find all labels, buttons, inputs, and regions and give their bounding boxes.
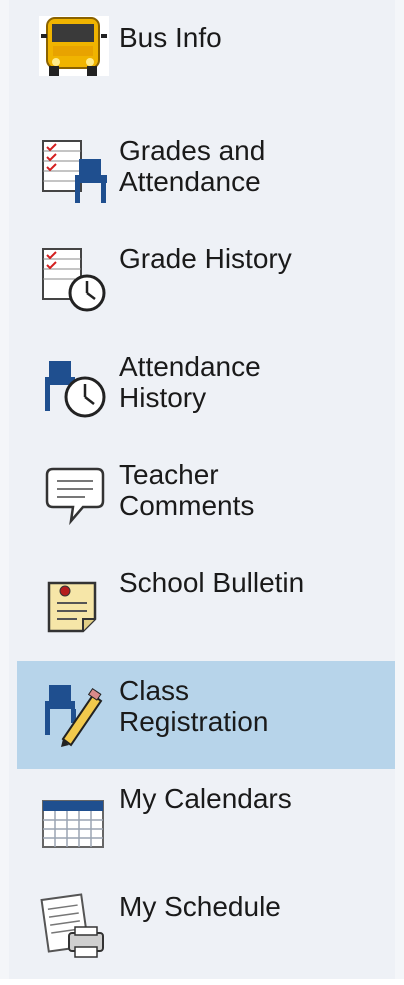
bus-icon [39,16,109,76]
schedule-printer-icon [40,893,104,958]
class-registration-icon [45,685,103,747]
grades-attendance-icon [42,140,107,203]
grade-history-icon [42,248,106,312]
comment-bubble-icon [45,467,105,526]
calendar-icon [42,800,104,848]
nav-item-label: Bus Info [119,22,222,53]
nav-item-attendance-history[interactable]: Attendance History [17,337,395,445]
bulletin-note-icon [47,581,97,633]
nav-item-bus-info[interactable]: Bus Info [17,0,395,108]
attendance-history-icon [45,361,106,418]
nav-item-label: School Bulletin [119,567,305,598]
nav-item-my-calendars[interactable]: My Calendars [17,769,395,877]
nav-item-class-registration[interactable]: Class Registration [17,661,395,769]
nav-item-label: Teacher Comments [119,459,255,521]
nav-item-label: Class Registration [119,675,269,737]
nav-item-label: My Schedule [119,891,281,922]
nav-item-grade-history[interactable]: Grade History [17,229,395,337]
nav-item-teacher-comments[interactable]: Teacher Comments [17,445,395,553]
nav-item-my-schedule[interactable]: My Schedule [17,877,395,985]
navigation-sidebar: Bus Info Grades and Attendance Grade His… [0,0,404,979]
nav-item-grades-and-attendance[interactable]: Grades and Attendance [17,121,395,229]
nav-item-label: Grades and Attendance [119,135,266,197]
nav-item-label: Grade History [119,243,292,274]
nav-item-school-bulletin[interactable]: School Bulletin [17,553,395,661]
nav-item-label: My Calendars [119,783,292,814]
nav-item-label: Attendance History [119,351,261,413]
